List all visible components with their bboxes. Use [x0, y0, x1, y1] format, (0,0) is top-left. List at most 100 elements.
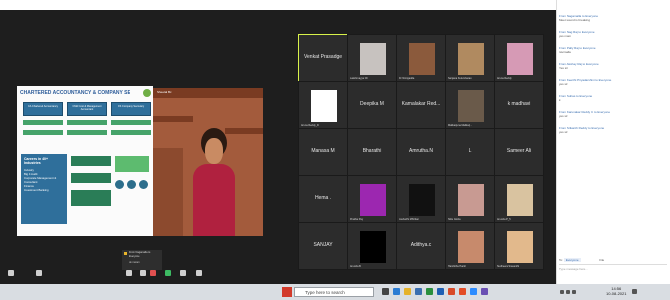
- participant-tile[interactable]: Anusha B: [347, 222, 397, 270]
- teams-icon[interactable]: [481, 288, 488, 295]
- chat-text: Meet sound is breaking: [559, 18, 591, 22]
- slide-strip: [111, 130, 151, 135]
- participant-tile[interactable]: Amrutha.N: [396, 128, 446, 176]
- participant-label: Aruna Reddy: [497, 77, 512, 80]
- slide-block: [71, 190, 111, 206]
- participant-label: Pradha Pay: [350, 218, 364, 221]
- chat-text: ravimalle: [559, 50, 572, 54]
- slide-circle: [115, 180, 124, 189]
- participant-tile[interactable]: Nittu Gloria: [445, 175, 495, 223]
- participant-tile[interactable]: Sudheera Sravanthi: [494, 222, 544, 270]
- chat-message: From Nag Raj to Everyone yes mam: [559, 30, 669, 38]
- participant-label: Nittu Gloria: [448, 218, 461, 221]
- chat-panel: From Nagamalla to Everyone Meet sound is …: [556, 0, 670, 284]
- participant-tile[interactable]: k madhavi: [494, 81, 544, 129]
- participant-tile[interactable]: Adithya.c: [396, 222, 446, 270]
- taskbar-search[interactable]: Type here to search: [294, 287, 374, 297]
- participant-video: [507, 231, 533, 263]
- chat-message: From Karunakar Reddy C to Everyone yes si…: [559, 110, 669, 118]
- slide-strip: [67, 120, 107, 125]
- clock[interactable]: 14:56 10-08-2021: [606, 286, 626, 296]
- chat-file-button[interactable]: File: [599, 258, 604, 262]
- shelf: [153, 116, 193, 122]
- battery-icon[interactable]: [572, 290, 576, 294]
- record-icon[interactable]: [150, 270, 156, 276]
- participant-label: Anusha P_5: [497, 218, 511, 221]
- store-icon[interactable]: [415, 288, 422, 295]
- chrome-icon[interactable]: [459, 288, 466, 295]
- security-icon[interactable]: [126, 270, 132, 276]
- participant-tile[interactable]: Kamalakar Red...: [396, 81, 446, 129]
- participant-video: [360, 43, 386, 75]
- participant-tile[interactable]: L: [445, 128, 495, 176]
- participant-tile[interactable]: Pradha Pay: [347, 175, 397, 223]
- speaker-face: [205, 138, 223, 164]
- file-explorer-icon[interactable]: [404, 288, 411, 295]
- edge-icon[interactable]: [393, 288, 400, 295]
- chat-message: From Keerthi Priyadarshini to Everyone ye…: [559, 78, 669, 86]
- participant-tile[interactable]: Aruna Reddy: [494, 34, 544, 82]
- participant-tile[interactable]: Malikarjuna Malikarj...: [445, 81, 495, 129]
- chat-toolbar-icon[interactable]: [180, 270, 186, 276]
- chat-to-row: To: Everyone File: [559, 258, 604, 262]
- participant-tile[interactable]: SANJAY: [298, 222, 348, 270]
- notifications-icon[interactable]: [632, 289, 637, 294]
- participant-label: Lakshmayya Ch: [350, 77, 368, 80]
- slide-circle: [139, 180, 148, 189]
- powerpoint-icon[interactable]: [448, 288, 455, 295]
- network-icon[interactable]: [560, 290, 564, 294]
- participant-label: Dr Nimigadda: [399, 77, 415, 80]
- participant-tile[interactable]: Hema .: [298, 175, 348, 223]
- chat-text: Yes sir: [559, 66, 568, 70]
- speaker-body: [193, 164, 235, 236]
- participants-icon[interactable]: [140, 270, 146, 276]
- participant-label: Sudheera Sravanthi: [497, 265, 520, 268]
- participant-video: [458, 184, 484, 216]
- slide-strip: [67, 130, 107, 135]
- wall: [153, 148, 183, 236]
- participant-name: Kamalakar Red...: [401, 101, 441, 107]
- participant-name: Amrutha.N: [409, 148, 433, 154]
- slide-strip: [111, 120, 151, 125]
- video-icon[interactable]: [36, 270, 42, 276]
- word-icon[interactable]: [437, 288, 444, 295]
- preview-line2: Everyone: [129, 255, 140, 258]
- participant-label: Malikarjuna Malikarj...: [448, 124, 473, 127]
- task-view-icon[interactable]: [382, 288, 389, 295]
- participant-name: Deepika M: [360, 101, 384, 107]
- participant-label: Jashodhi MSOkar: [399, 218, 419, 221]
- participant-video: [507, 184, 533, 216]
- participant-tile[interactable]: Venkat Prasadge: [298, 34, 348, 82]
- participant-tile[interactable]: Dr Nimigadda: [396, 34, 446, 82]
- reactions-icon[interactable]: [196, 270, 202, 276]
- excel-icon[interactable]: [426, 288, 433, 295]
- participant-tile[interactable]: Manasa M: [298, 128, 348, 176]
- share-screen-icon[interactable]: [165, 270, 171, 276]
- careers-title: Careers in 40+ Industries: [24, 157, 49, 165]
- chat-text: yes mam: [559, 34, 572, 38]
- zoom-icon[interactable]: [470, 288, 477, 295]
- chat-text: yes sir: [559, 114, 568, 118]
- chat-icon: [124, 252, 127, 255]
- participant-tile[interactable]: Bharathi: [347, 128, 397, 176]
- participant-tile[interactable]: Jashodhi MSOkar: [396, 175, 446, 223]
- logo-icon: [143, 89, 151, 97]
- participant-name: Adithya.c: [410, 242, 432, 248]
- participant-tile[interactable]: Deepika M: [347, 81, 397, 129]
- start-button[interactable]: [282, 287, 292, 297]
- chat-recipient-select[interactable]: Everyone: [563, 258, 581, 262]
- participant-tile[interactable]: Aruna Reddy_D: [298, 81, 348, 129]
- participant-tile[interactable]: Lakshmayya Ch: [347, 34, 397, 82]
- participant-tile[interactable]: Sameer Ali: [494, 128, 544, 176]
- participant-name: Bharathi: [362, 148, 382, 154]
- participant-video: [507, 43, 533, 75]
- taskbar: Type here to search 14:56 10-08-2021: [0, 284, 670, 300]
- mute-icon[interactable]: [8, 270, 14, 276]
- volume-icon[interactable]: [566, 290, 570, 294]
- participant-video: [458, 231, 484, 263]
- participant-tile[interactable]: Sanjana Kutumbarao: [445, 34, 495, 82]
- chat-message-input[interactable]: Type message here...: [559, 264, 667, 279]
- participant-video: [360, 184, 386, 216]
- participant-tile[interactable]: Harshitha Harsh: [445, 222, 495, 270]
- participant-tile[interactable]: Anusha P_5: [494, 175, 544, 223]
